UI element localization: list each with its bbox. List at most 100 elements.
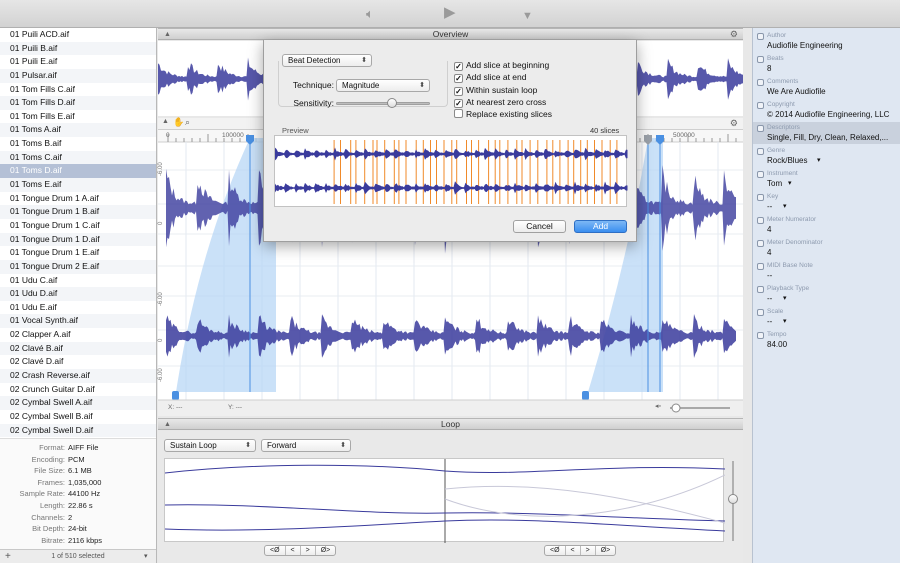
collapse-triangle-icon[interactable]: ▲ (164, 419, 171, 430)
sensitivity-slider[interactable] (336, 102, 430, 105)
file-list-item[interactable]: 02 Cymbal Swell D.aif (0, 423, 156, 438)
loop-nav-button[interactable]: <Ø (545, 546, 566, 555)
inspector-field[interactable]: MIDI Base Note -- (753, 260, 900, 282)
file-list-item[interactable]: 01 Udu C.aif (0, 274, 156, 288)
file-list-item[interactable]: 02 Clapper A.aif (0, 328, 156, 342)
chevron-down-icon[interactable]: ▾ (817, 156, 821, 164)
file-list-item[interactable]: 01 Puili E.aif (0, 55, 156, 69)
file-list-item[interactable]: 01 Udu D.aif (0, 287, 156, 301)
inspector-field[interactable]: Playback Type -- ▾ (753, 283, 900, 305)
field-toggle-icon[interactable] (757, 194, 764, 201)
inspector-field[interactable]: Comments We Are Audiofile (753, 76, 900, 98)
inspector-field-value[interactable]: 8 (767, 64, 771, 73)
inspector-field-value[interactable]: 4 (767, 248, 771, 257)
inspector-field-value[interactable]: 4 (767, 225, 771, 234)
field-toggle-icon[interactable] (757, 240, 764, 247)
file-list-item[interactable]: 02 Crash Reverse.aif (0, 369, 156, 383)
option-checkbox-row[interactable]: ✓ Within sustain loop (454, 85, 537, 97)
field-toggle-icon[interactable] (757, 332, 764, 339)
inspector-field[interactable]: Key -- ▾ (753, 191, 900, 213)
checkbox[interactable]: ✓ (454, 98, 463, 108)
file-list-item[interactable]: 01 Toms A.aif (0, 123, 156, 138)
inspector-field[interactable]: Beats 8 (753, 53, 900, 75)
file-list-item[interactable]: 01 Toms C.aif (0, 150, 156, 165)
file-list-item[interactable]: 01 Tom Fills E.aif (0, 110, 156, 124)
chevron-down-icon[interactable]: ▾ (788, 179, 792, 187)
file-list-item[interactable]: 01 Toms E.aif (0, 178, 156, 192)
field-toggle-icon[interactable] (757, 102, 764, 109)
inspector-field-value[interactable]: -- (767, 294, 772, 303)
collapse-triangle-icon[interactable]: ▲ (162, 118, 169, 125)
file-list-item[interactable]: 01 Tongue Drum 1 C.aif (0, 219, 156, 233)
file-list-item[interactable]: 01 Tongue Drum 1 A.aif (0, 192, 156, 206)
inspector-field[interactable]: Instrument Tom ▾ (753, 168, 900, 190)
file-list-item[interactable]: 01 Pulsar.aif (0, 68, 156, 83)
file-list-item[interactable]: 01 Tom Fills C.aif (0, 83, 156, 97)
option-checkbox-row[interactable]: ✓ At nearest zero cross (454, 97, 546, 109)
field-toggle-icon[interactable] (757, 79, 764, 86)
loop-direction-select[interactable]: Forward ⬍ (261, 439, 351, 452)
inspector-field[interactable]: Descriptors Single, Fill, Dry, Clean, Rel… (753, 122, 900, 144)
loop-nav-button[interactable]: Ø> (596, 546, 616, 555)
file-list-item[interactable]: 02 Cymbal Swell A.aif (0, 396, 156, 410)
chevron-down-icon[interactable]: ▾ (783, 202, 787, 210)
inspector-field-value[interactable]: We Are Audiofile (767, 87, 826, 96)
option-checkbox-row[interactable]: Replace existing slices (454, 109, 552, 121)
option-checkbox-row[interactable]: ✓ Add slice at end (454, 72, 526, 84)
speaker-icon[interactable]: 🔈︎ (366, 6, 374, 22)
field-toggle-icon[interactable] (757, 148, 764, 155)
gear-icon[interactable]: ⚙ (730, 29, 738, 40)
zoom-tool-icon[interactable]: ⌕ (185, 117, 190, 128)
field-toggle-icon[interactable] (757, 125, 764, 132)
zoom-slider-knob[interactable] (671, 403, 681, 413)
loop-nav-button[interactable]: <Ø (265, 546, 286, 555)
field-toggle-icon[interactable] (757, 286, 764, 293)
field-toggle-icon[interactable] (757, 171, 764, 178)
loop-vertical-slider-knob[interactable] (728, 494, 738, 504)
inspector-field-value[interactable]: Tom (767, 179, 782, 188)
file-list-item[interactable]: 01 Vocal Synth.aif (0, 314, 156, 329)
inspector-field[interactable]: Author Audiofile Engineering (753, 30, 900, 52)
file-list-item[interactable]: 01 Tongue Drum 1 E.aif (0, 246, 156, 260)
add-button[interactable]: Add (574, 220, 627, 233)
inspector-field[interactable]: Meter Denominator 4 (753, 237, 900, 259)
gear-icon[interactable]: ⚙ (730, 118, 738, 129)
inspector-field[interactable]: Genre Rock/Blues ▾ (753, 145, 900, 167)
hand-tool-icon[interactable]: ✋ (173, 117, 184, 128)
inspector-field-value[interactable]: 84.00 (767, 340, 787, 349)
loop-nav-button[interactable]: > (301, 546, 316, 555)
chevron-down-icon[interactable]: ▾ (783, 317, 787, 325)
loop-nav-button[interactable]: Ø> (316, 546, 336, 555)
loop-mode-select[interactable]: Sustain Loop ⬍ (164, 439, 256, 452)
chevron-down-icon[interactable]: ▾ (783, 294, 787, 302)
checkbox[interactable] (454, 109, 463, 119)
cancel-button[interactable]: Cancel (513, 220, 566, 233)
file-list-item[interactable]: 01 Tom Fills D.aif (0, 96, 156, 110)
loop-nav-button[interactable]: < (286, 546, 301, 555)
file-list-item[interactable]: 01 Tongue Drum 1 D.aif (0, 232, 156, 247)
collapse-triangle-icon[interactable]: ▲ (164, 29, 171, 40)
file-list-item[interactable]: 01 Tongue Drum 2 E.aif (0, 259, 156, 274)
field-toggle-icon[interactable] (757, 56, 764, 63)
file-list-item[interactable]: 02 Crunch Guitar D.aif (0, 383, 156, 397)
file-list-item[interactable]: 02 Cymbal Swell B.aif (0, 410, 156, 424)
field-toggle-icon[interactable] (757, 217, 764, 224)
inspector-field-value[interactable]: -- (767, 271, 772, 280)
file-list-item[interactable]: 01 Toms B.aif (0, 137, 156, 151)
download-icon[interactable]: ▼ (522, 8, 533, 24)
inspector-field[interactable]: Copyright © 2014 Audiofile Engineering, L… (753, 99, 900, 121)
inspector-field[interactable]: Scale -- ▾ (753, 306, 900, 328)
file-list-item[interactable]: 01 Toms D.aif (0, 164, 156, 179)
file-list-item[interactable]: 02 Clavé B.aif (0, 341, 156, 356)
field-toggle-icon[interactable] (757, 33, 764, 40)
inspector-field[interactable]: Tempo 84.00 (753, 329, 900, 351)
option-checkbox-row[interactable]: ✓ Add slice at beginning (454, 60, 549, 72)
loop-handle-icon[interactable] (582, 391, 589, 400)
inspector-field-value[interactable]: Rock/Blues (767, 156, 807, 165)
zoom-out-icon[interactable]: ◂▫ (655, 402, 661, 410)
sidebar-menu-button[interactable]: ▾ (144, 550, 148, 563)
loop-nav-button[interactable]: < (566, 546, 581, 555)
checkbox[interactable]: ✓ (454, 62, 463, 71)
file-list-item[interactable]: 02 Clavé D.aif (0, 355, 156, 369)
inspector-field-value[interactable]: Audiofile Engineering (767, 41, 843, 50)
